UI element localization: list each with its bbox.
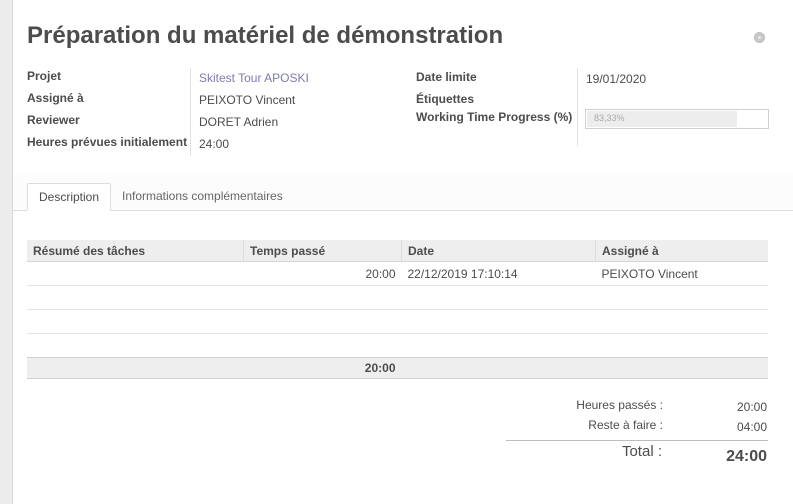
project-label: Projet xyxy=(27,69,62,83)
timesheet-table: Résumé des tâches Temps passé Date Assig… xyxy=(27,240,768,379)
field-separator-right xyxy=(577,68,578,146)
column-summary[interactable]: Résumé des tâches xyxy=(27,240,244,262)
total-divider xyxy=(506,440,768,441)
column-assigned[interactable]: Assigné à xyxy=(595,240,768,262)
remaining-label: Reste à faire : xyxy=(588,418,663,432)
cell-time-spent[interactable]: 20:00 xyxy=(243,261,402,286)
empty-row xyxy=(27,309,768,334)
column-time-spent[interactable]: Temps passé xyxy=(243,240,402,262)
cell-assigned[interactable]: PEIXOTO Vincent xyxy=(595,261,768,286)
page-title: Préparation du matériel de démonstration xyxy=(27,22,504,49)
cell-date[interactable]: 22/12/2019 17:10:14 xyxy=(401,261,596,286)
table-header-row: Résumé des tâches Temps passé Date Assig… xyxy=(27,240,768,262)
table-footer-row: 20:00 xyxy=(27,357,768,379)
project-link[interactable]: Skitest Tour APOSKI xyxy=(199,71,309,85)
progress-label: Working Time Progress (%) xyxy=(416,110,573,124)
empty-row xyxy=(27,334,768,358)
task-form-sheet: Préparation du matériel de démonstration… xyxy=(12,0,793,504)
empty-row xyxy=(27,285,768,310)
tab-additional-info[interactable]: Informations complémentaires xyxy=(111,183,294,210)
column-date[interactable]: Date xyxy=(401,240,596,262)
working-time-progress-bar: 83,33% xyxy=(585,109,769,129)
hours-spent-value: 20:00 xyxy=(736,400,767,414)
reviewer-label: Reviewer xyxy=(27,113,80,127)
total-label: Total : xyxy=(621,443,662,460)
assigned-value[interactable]: PEIXOTO Vincent xyxy=(199,93,295,107)
progress-text: 83,33% xyxy=(594,113,625,123)
kanban-state-icon[interactable] xyxy=(754,32,765,43)
total-value: 24:00 xyxy=(726,448,767,465)
deadline-label: Date limite xyxy=(416,70,477,84)
field-separator xyxy=(190,68,191,156)
assigned-label: Assigné à xyxy=(27,91,84,105)
planned-hours-label: Heures prévues initialement xyxy=(27,135,188,149)
tags-label: Étiquettes xyxy=(416,92,475,106)
tab-description[interactable]: Description xyxy=(27,183,112,211)
remaining-value: 04:00 xyxy=(736,420,767,434)
notebook-tabs: Description Informations complémentaires xyxy=(13,175,793,211)
table-row[interactable]: 20:00 22/12/2019 17:10:14 PEIXOTO Vincen… xyxy=(27,261,768,286)
planned-hours-value[interactable]: 24:00 xyxy=(199,137,229,151)
footer-total-time: 20:00 xyxy=(243,357,402,379)
hours-spent-label: Heures passés : xyxy=(576,398,663,412)
cell-summary[interactable] xyxy=(27,261,244,286)
deadline-value[interactable]: 19/01/2020 xyxy=(586,72,646,86)
reviewer-value[interactable]: DORET Adrien xyxy=(199,115,278,129)
